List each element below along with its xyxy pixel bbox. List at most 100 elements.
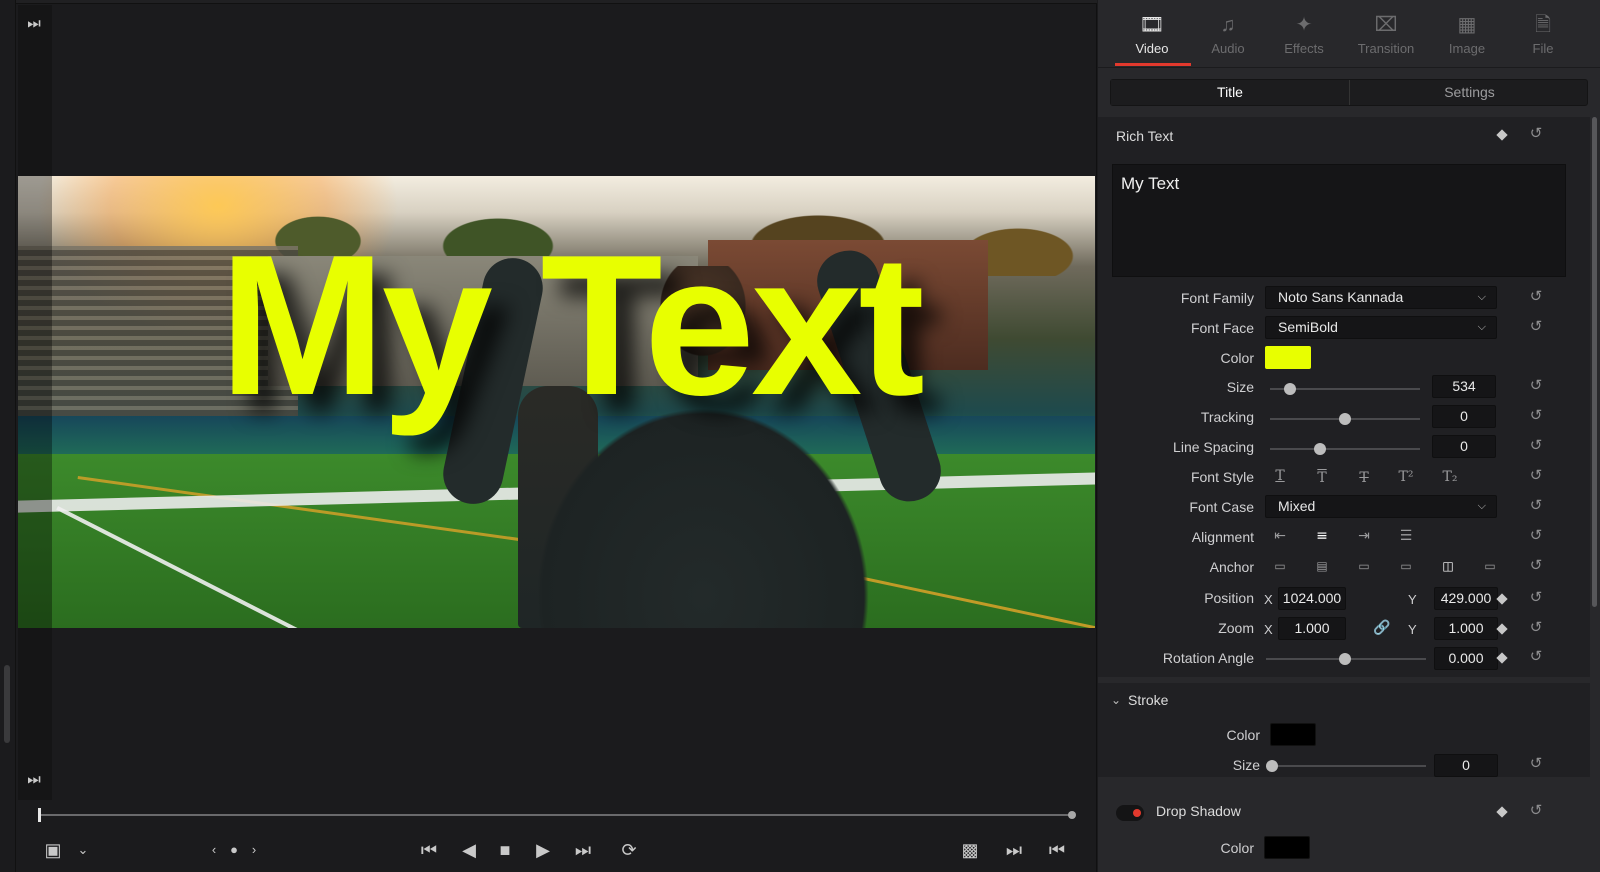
superscript-icon[interactable]: T² bbox=[1392, 467, 1420, 487]
size-input[interactable]: 534 bbox=[1432, 375, 1496, 398]
drop-shadow-header[interactable]: Drop Shadow bbox=[1156, 803, 1241, 819]
film-icon: 🎞 bbox=[1139, 14, 1165, 36]
tracking-slider-knob[interactable] bbox=[1339, 413, 1351, 425]
tab-transition[interactable]: ⌧ Transition bbox=[1346, 12, 1426, 68]
play-icon[interactable]: ▶ bbox=[532, 838, 554, 862]
skip-to-end-bottom-icon[interactable]: ⏭ bbox=[24, 770, 44, 790]
zoom-y-input[interactable]: 1.000 bbox=[1434, 617, 1498, 640]
align-justify-icon[interactable]: ☰ bbox=[1392, 526, 1420, 546]
scrub-end-marker[interactable] bbox=[1068, 811, 1076, 819]
jog-dot-icon[interactable]: ● bbox=[226, 838, 242, 862]
underline-icon[interactable]: T bbox=[1266, 466, 1294, 486]
subtab-title[interactable]: Title bbox=[1111, 80, 1350, 105]
position-y-axis-label: Y bbox=[1408, 592, 1417, 607]
drop-shadow-toggle[interactable] bbox=[1116, 805, 1144, 821]
tab-image[interactable]: ▦ Image bbox=[1427, 12, 1507, 68]
position-reset-icon[interactable]: ↺ bbox=[1528, 590, 1544, 606]
subscript-icon[interactable]: T₂ bbox=[1436, 467, 1464, 487]
font-face-dropdown[interactable]: SemiBold ⌵ bbox=[1265, 316, 1497, 339]
zoom-x-input[interactable]: 1.000 bbox=[1278, 617, 1346, 640]
line-spacing-input[interactable]: 0 bbox=[1432, 435, 1496, 458]
stroke-size-label: Size bbox=[1232, 757, 1260, 773]
drop-shadow-keyframe-icon[interactable] bbox=[1496, 806, 1508, 818]
title-overlay-text[interactable]: My Text bbox=[130, 216, 1010, 436]
anchor-reset-icon[interactable]: ↺ bbox=[1528, 558, 1544, 574]
zoom-reset-icon[interactable]: ↺ bbox=[1528, 620, 1544, 636]
rich-text-header: Rich Text bbox=[1116, 128, 1174, 144]
chevron-down-icon[interactable]: ⌄ bbox=[74, 838, 92, 862]
rotation-input[interactable]: 0.000 bbox=[1434, 647, 1498, 670]
anchor-left-icon[interactable]: ▭ bbox=[1392, 556, 1420, 576]
align-left-icon[interactable]: ⇤ bbox=[1266, 526, 1294, 546]
anchor-center-icon[interactable]: ◫ bbox=[1434, 556, 1462, 576]
keyframe-diamond-icon[interactable] bbox=[1496, 129, 1508, 141]
strikethrough-icon[interactable]: T bbox=[1350, 468, 1378, 488]
skip-to-end-icon[interactable]: ⏭ bbox=[24, 14, 44, 34]
font-case-reset-icon[interactable]: ↺ bbox=[1528, 498, 1544, 514]
crop-icon[interactable]: ▣ bbox=[40, 838, 66, 862]
left-scrollbar[interactable] bbox=[4, 665, 10, 743]
go-to-start-icon[interactable]: ⏮ bbox=[414, 838, 444, 862]
link-icon[interactable]: 🔗 bbox=[1368, 618, 1396, 638]
go-to-end-icon[interactable]: ⏭ bbox=[568, 838, 598, 862]
music-note-icon: ♫ bbox=[1220, 14, 1236, 36]
subtab-settings[interactable]: Settings bbox=[1350, 80, 1589, 105]
stroke-reset-icon[interactable]: ↺ bbox=[1528, 756, 1544, 772]
collapse-chevron-icon[interactable]: ⌄ bbox=[1102, 690, 1130, 710]
position-x-input[interactable]: 1024.000 bbox=[1278, 587, 1346, 610]
anchor-top-icon[interactable]: ▭ bbox=[1266, 556, 1294, 576]
anchor-middle-icon[interactable]: ▤ bbox=[1308, 556, 1336, 576]
drop-shadow-color-swatch[interactable] bbox=[1264, 836, 1310, 859]
stroke-header[interactable]: Stroke bbox=[1128, 692, 1168, 708]
font-case-label: Font Case bbox=[1189, 499, 1254, 515]
scrub-bar[interactable] bbox=[40, 814, 1074, 816]
tab-video[interactable]: 🎞 Video bbox=[1112, 12, 1192, 68]
stroke-size-slider[interactable] bbox=[1270, 765, 1426, 767]
font-family-dropdown[interactable]: Noto Sans Kannada ⌵ bbox=[1265, 286, 1497, 309]
tab-file-label: File bbox=[1532, 41, 1554, 56]
rotation-slider-knob[interactable] bbox=[1339, 653, 1351, 665]
playhead[interactable] bbox=[38, 808, 41, 822]
prev-clip-icon[interactable]: ⏮ bbox=[1046, 838, 1068, 862]
position-y-input[interactable]: 429.000 bbox=[1434, 587, 1498, 610]
loop-icon[interactable]: ⟳ bbox=[614, 838, 644, 862]
line-spacing-reset-icon[interactable]: ↺ bbox=[1528, 438, 1544, 454]
rotation-reset-icon[interactable]: ↺ bbox=[1528, 649, 1544, 665]
align-center-icon[interactable]: ≡ bbox=[1308, 526, 1336, 546]
font-style-reset-icon[interactable]: ↺ bbox=[1528, 468, 1544, 484]
line-spacing-slider[interactable] bbox=[1270, 448, 1420, 450]
font-family-reset-icon[interactable]: ↺ bbox=[1528, 289, 1544, 305]
drop-shadow-reset-icon[interactable]: ↺ bbox=[1528, 803, 1544, 819]
tab-file[interactable]: 🗎 File bbox=[1503, 12, 1583, 68]
video-frame[interactable]: My Text bbox=[18, 176, 1095, 628]
size-reset-icon[interactable]: ↺ bbox=[1528, 378, 1544, 394]
text-color-swatch[interactable] bbox=[1265, 346, 1311, 369]
stroke-size-input[interactable]: 0 bbox=[1434, 754, 1498, 777]
alignment-reset-icon[interactable]: ↺ bbox=[1528, 528, 1544, 544]
stop-icon[interactable]: ■ bbox=[494, 838, 516, 862]
tracking-input[interactable]: 0 bbox=[1432, 405, 1496, 428]
stroke-color-swatch[interactable] bbox=[1270, 723, 1316, 746]
inspector-scrollbar[interactable] bbox=[1592, 117, 1597, 607]
line-spacing-slider-knob[interactable] bbox=[1314, 443, 1326, 455]
rotation-angle-label: Rotation Angle bbox=[1162, 650, 1254, 666]
font-case-dropdown[interactable]: Mixed ⌵ bbox=[1265, 495, 1497, 518]
fullscreen-icon[interactable]: ▩ bbox=[956, 838, 984, 862]
overline-icon[interactable]: T bbox=[1308, 468, 1336, 488]
reset-icon[interactable]: ↺ bbox=[1528, 126, 1544, 142]
stroke-size-slider-knob[interactable] bbox=[1266, 760, 1278, 772]
font-face-reset-icon[interactable]: ↺ bbox=[1528, 319, 1544, 335]
rich-text-input[interactable]: My Text bbox=[1112, 164, 1566, 277]
image-icon: ▦ bbox=[1457, 14, 1477, 36]
align-right-icon[interactable]: ⇥ bbox=[1350, 526, 1378, 546]
jog-left-icon[interactable]: ‹ bbox=[207, 838, 221, 862]
tab-audio[interactable]: ♫ Audio bbox=[1188, 12, 1268, 68]
size-slider-knob[interactable] bbox=[1284, 383, 1296, 395]
anchor-right-icon[interactable]: ▭ bbox=[1476, 556, 1504, 576]
jog-right-icon[interactable]: › bbox=[247, 838, 261, 862]
tab-effects[interactable]: ✦ Effects bbox=[1264, 12, 1344, 68]
play-reverse-icon[interactable]: ◀ bbox=[458, 838, 480, 862]
tracking-reset-icon[interactable]: ↺ bbox=[1528, 408, 1544, 424]
next-clip-icon[interactable]: ⏭ bbox=[1003, 838, 1025, 862]
anchor-bottom-icon[interactable]: ▭ bbox=[1350, 556, 1378, 576]
